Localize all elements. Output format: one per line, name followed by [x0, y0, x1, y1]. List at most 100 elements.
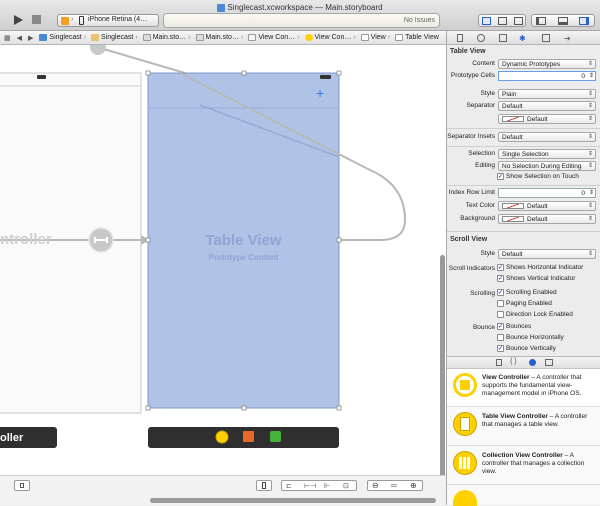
bounce-vertically-checkbox[interactable]: ✓ Bounce Vertically	[497, 345, 556, 352]
separator-color-popup[interactable]: Default ⇕	[498, 114, 596, 124]
debug-area-toggle-icon[interactable]	[558, 17, 568, 25]
dock-view-controller-icon	[215, 430, 229, 444]
breadcrumb-project[interactable]: Singlecast ›	[39, 34, 91, 41]
canvas-horizontal-scrollbar[interactable]	[150, 498, 436, 503]
color-swatch	[502, 116, 524, 123]
related-items-icon[interactable]: ▦	[4, 34, 11, 42]
library-item-partial-icon[interactable]	[453, 490, 477, 506]
popup-arrows-icon: ⇕	[587, 134, 593, 140]
add-bar-button-icon[interactable]: +	[316, 85, 324, 101]
assistant-editor-icon[interactable]	[498, 17, 507, 25]
collection-view-controller-icon-inner	[459, 457, 471, 469]
library-item-view-controller[interactable]: View Controller – A controller that supp…	[447, 369, 600, 407]
breadcrumb-group[interactable]: Singlecast ›	[91, 34, 143, 41]
quick-help-icon[interactable]	[477, 34, 485, 42]
prototype-cells-field[interactable]: 0 ⇕	[498, 71, 596, 81]
document-outline-toggle[interactable]	[14, 480, 30, 491]
file-template-library-icon[interactable]	[496, 359, 502, 366]
standard-editor-icon[interactable]	[482, 17, 491, 25]
text-color-popup[interactable]: Default ⇕	[498, 201, 596, 211]
collection-view-controller-icon	[453, 451, 477, 475]
media-library-icon[interactable]	[545, 359, 553, 366]
object-library-icon[interactable]	[529, 359, 536, 366]
bounce-label: Bounce	[472, 324, 495, 331]
paging-enabled-checkbox[interactable]: Paging Enabled	[497, 300, 552, 307]
content-popup[interactable]: Dynamic Prototypes ⇕	[498, 59, 596, 69]
scheme-selector[interactable]: › iPhone Retina (4…	[57, 14, 159, 27]
index-row-limit-field[interactable]: 0 ⇕	[498, 188, 596, 198]
checkbox-label: Shows Horizontal Indicator	[506, 264, 584, 272]
dock-first-responder-icon	[243, 431, 254, 442]
library-item-description: Collection View Controller – A controlle…	[482, 452, 596, 476]
library-item-description: Table View Controller – A controller tha…	[482, 413, 596, 429]
popup-arrows-icon: ⇕	[587, 251, 593, 257]
style-popup[interactable]: Plain ⇕	[498, 89, 596, 99]
breadcrumb-label: Main.sto…	[205, 34, 239, 41]
zoom-fit-icon[interactable]: ═	[391, 481, 397, 490]
checkbox-unchecked-icon	[497, 300, 504, 307]
stepper-icon[interactable]: ⇕	[589, 72, 594, 81]
checkbox-label: Bounce Horizontally	[506, 334, 564, 342]
resolve-icon[interactable]: ⊩	[324, 482, 330, 490]
identity-inspector-icon[interactable]	[499, 34, 507, 42]
bounces-checkbox[interactable]: ✓ Bounces	[497, 323, 531, 330]
storyboard-canvas[interactable]: ntroller oller Table View Prototype Cont…	[0, 45, 446, 493]
breadcrumb-view-controller[interactable]: View Con… ›	[304, 34, 361, 41]
stop-button[interactable]	[31, 14, 43, 27]
show-selection-on-touch-checkbox[interactable]: ✓ Show Selection on Touch	[497, 173, 579, 180]
resize-handle-top-right	[336, 70, 342, 76]
breadcrumb-label: Table View	[405, 34, 439, 41]
content-value: Dynamic Prototypes	[502, 61, 561, 68]
left-scene-battery-icon	[37, 75, 46, 79]
library-item-table-view-controller[interactable]: Table View Controller – A controller tha…	[447, 408, 600, 446]
layout-controls[interactable]: ⊏ ⊢⊣ ⊩ ⊡	[281, 480, 357, 491]
form-factor-button[interactable]	[256, 480, 272, 491]
editor-mode-control[interactable]	[478, 14, 526, 27]
back-arrow-icon[interactable]: ◀	[17, 34, 22, 42]
run-button[interactable]	[12, 14, 26, 27]
breadcrumb-storyboard[interactable]: Main.sto… ›	[142, 34, 196, 41]
zoom-out-icon[interactable]: ⊖	[372, 481, 379, 490]
size-inspector-icon[interactable]	[542, 34, 550, 42]
utilities-toggle-icon[interactable]	[579, 17, 589, 25]
breadcrumb-label: Main.sto…	[152, 34, 187, 41]
selection-popup[interactable]: Single Selection ⇕	[498, 149, 596, 159]
scheme-separator: ›	[71, 16, 74, 23]
resize-icon[interactable]: ⊡	[343, 482, 349, 490]
shows-horizontal-checkbox[interactable]: ✓ Shows Horizontal Indicator	[497, 264, 583, 271]
version-editor-icon[interactable]	[514, 17, 523, 25]
file-inspector-icon[interactable]	[457, 34, 463, 42]
separator-insets-value: Default	[502, 134, 523, 141]
background-popup[interactable]: Default ⇕	[498, 214, 596, 224]
bounce-horizontally-checkbox[interactable]: Bounce Horizontally	[497, 334, 564, 341]
attributes-inspector-icon[interactable]: ✱	[519, 34, 526, 43]
zoom-in-icon[interactable]: ⊕	[410, 481, 417, 490]
navigator-toggle-icon[interactable]	[536, 17, 546, 25]
editing-popup[interactable]: No Selection During Editing ⇕	[498, 161, 596, 171]
forward-arrow-icon[interactable]: ▶	[28, 34, 33, 42]
resize-handle-bottom	[241, 405, 247, 411]
zoom-controls[interactable]: ⊖ ═ ⊕	[367, 480, 423, 491]
library-item-collection-view-controller[interactable]: Collection View Controller – A controlle…	[447, 447, 600, 485]
breadcrumb-separator: ›	[240, 34, 244, 41]
breadcrumb-storyboard-base[interactable]: Main.sto… ›	[195, 34, 249, 41]
canvas-vertical-scrollbar[interactable]	[440, 255, 445, 480]
view-toggle-control[interactable]	[531, 14, 595, 27]
scroll-style-value: Default	[502, 251, 523, 258]
scrolling-enabled-checkbox[interactable]: ✓ Scrolling Enabled	[497, 289, 557, 296]
scroll-style-popup[interactable]: Default ⇕	[498, 249, 596, 259]
breadcrumb-scene[interactable]: View Con… ›	[248, 34, 304, 41]
shows-vertical-checkbox[interactable]: ✓ Shows Vertical Indicator	[497, 275, 575, 282]
stepper-icon[interactable]: ⇕	[589, 189, 594, 198]
breadcrumb-view[interactable]: View ›	[360, 34, 395, 41]
direction-lock-checkbox[interactable]: Direction Lock Enabled	[497, 311, 573, 318]
resize-handle-top-left	[145, 70, 151, 76]
code-snippet-library-icon[interactable]: { }	[510, 358, 517, 365]
library-item-description: View Controller – A controller that supp…	[482, 374, 596, 398]
align-icon[interactable]: ⊏	[286, 482, 292, 490]
pin-icon[interactable]: ⊢⊣	[304, 482, 316, 490]
breadcrumb-table-view[interactable]: Table View	[395, 34, 441, 41]
separator-insets-popup[interactable]: Default ⇕	[498, 132, 596, 142]
connections-inspector-icon[interactable]: ➔	[564, 34, 571, 43]
separator-popup[interactable]: Default ⇕	[498, 101, 596, 111]
